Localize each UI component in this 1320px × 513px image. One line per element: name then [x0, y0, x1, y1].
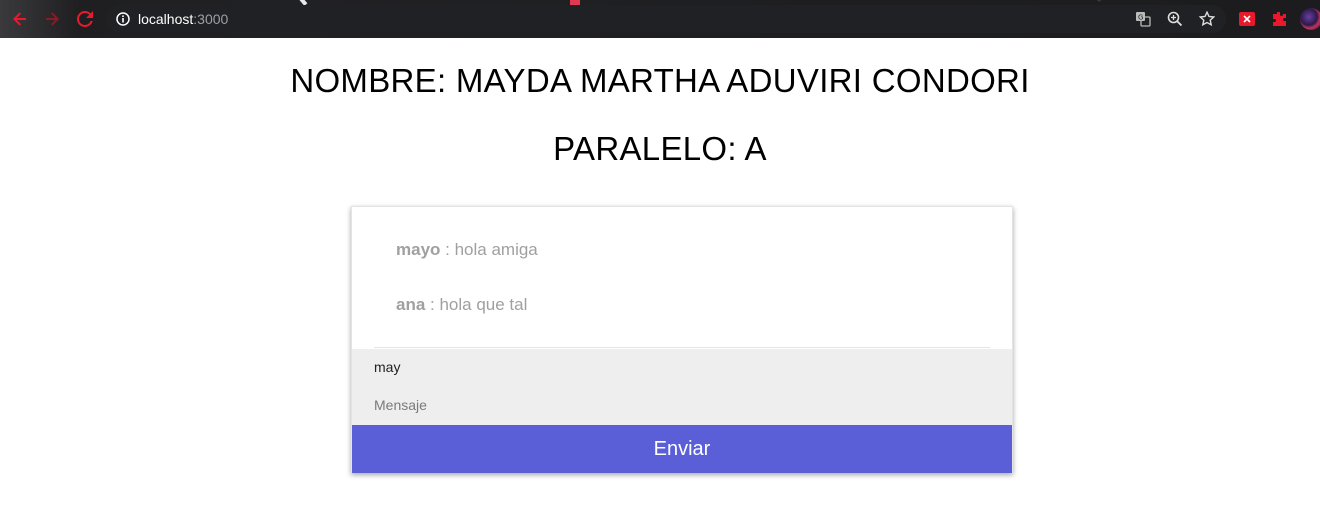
message-list: mayo : hola amiga ana : hola que tal	[352, 207, 1012, 349]
background-decoration	[1097, 0, 1106, 2]
list-item: ana : hola que tal	[396, 295, 527, 315]
chat-form	[352, 349, 1012, 425]
message-text: hola amiga	[454, 240, 538, 259]
translate-icon[interactable]: G	[1135, 11, 1151, 27]
username-field[interactable]	[352, 349, 1012, 385]
back-arrow-icon[interactable]	[10, 9, 30, 29]
message-field[interactable]	[352, 387, 1012, 423]
info-icon[interactable]	[116, 12, 130, 26]
close-extension-icon[interactable]	[1238, 10, 1256, 28]
star-icon[interactable]	[1199, 11, 1215, 27]
url-port: :3000	[193, 11, 229, 27]
student-name-heading: NOMBRE: MAYDA MARTHA ADUVIRI CONDORI	[290, 62, 1030, 99]
list-item: mayo : hola amiga	[396, 240, 538, 260]
zoom-icon[interactable]	[1167, 11, 1183, 27]
reload-icon[interactable]	[75, 9, 95, 29]
message-user: ana	[396, 295, 426, 314]
divider	[374, 347, 990, 348]
message-user: mayo	[396, 240, 441, 259]
avatar[interactable]	[1300, 8, 1320, 30]
send-button[interactable]: Enviar	[352, 425, 1012, 473]
section-heading: PARALELO: A	[553, 130, 767, 167]
puzzle-extension-icon[interactable]	[1270, 10, 1288, 28]
forward-arrow-icon[interactable]	[42, 9, 62, 29]
url-text: localhost:3000	[138, 11, 228, 27]
url-host: localhost	[138, 11, 194, 27]
browser-toolbar: localhost:3000 G	[0, 0, 1320, 38]
address-bar[interactable]: localhost:3000	[106, 5, 1226, 33]
message-separator: :	[425, 295, 440, 314]
message-text: hola que tal	[439, 295, 528, 314]
chat-card: mayo : hola amiga ana : hola que tal Env…	[351, 206, 1013, 473]
message-separator: :	[440, 240, 455, 259]
svg-text:G: G	[1138, 14, 1143, 22]
